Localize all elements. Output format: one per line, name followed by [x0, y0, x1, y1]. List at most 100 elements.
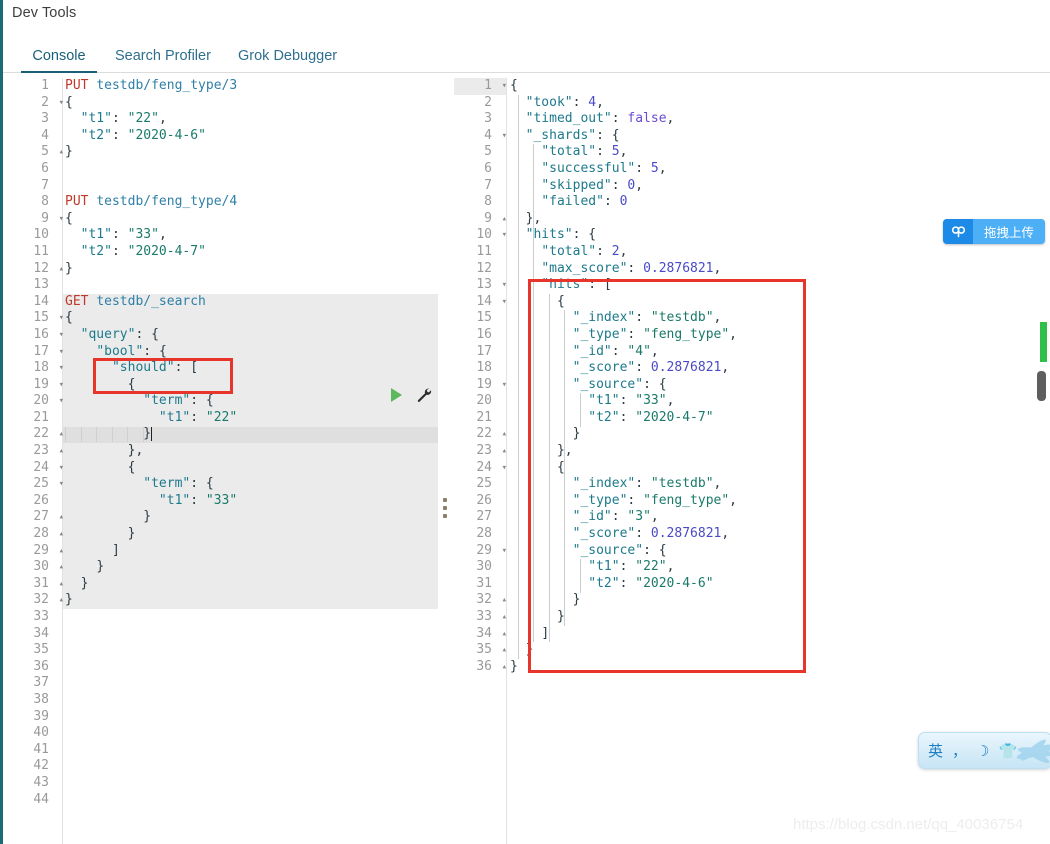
- fold-toggle-icon[interactable]: ▾: [54, 360, 64, 377]
- editor-code-area[interactable]: PUT testdb/feng_type/3 { "t1": "22", "t2"…: [65, 78, 237, 808]
- ime-language-button[interactable]: 英: [928, 740, 943, 761]
- ime-toolbar[interactable]: 英 ， ☽ 👕: [918, 732, 1050, 769]
- fold-toggle-icon[interactable]: ▾: [54, 344, 64, 361]
- fold-toggle-icon[interactable]: ▾: [497, 128, 507, 145]
- code-line: "t1": "22",: [80, 111, 167, 127]
- line-number: 5 ▴: [41, 144, 64, 160]
- fold-toggle-icon[interactable]: ▾: [497, 460, 507, 477]
- fold-toggle-icon[interactable]: ▴: [54, 576, 64, 593]
- fold-toggle-icon[interactable]: ▾: [54, 310, 64, 327]
- fold-toggle-icon[interactable]: ▴: [54, 526, 64, 543]
- fold-toggle-icon[interactable]: ▴: [497, 592, 507, 609]
- fold-toggle-icon[interactable]: ▴: [54, 261, 64, 278]
- code-line: "t2": "2020-4-7": [588, 409, 714, 425]
- line-number: 33 ▴: [476, 609, 507, 624]
- fold-toggle-icon[interactable]: ▴: [497, 626, 507, 643]
- fold-toggle-icon[interactable]: ▴: [54, 592, 64, 609]
- run-request-icon[interactable]: [391, 388, 402, 402]
- fold-toggle-icon[interactable]: ▴: [54, 543, 64, 560]
- fold-toggle-icon[interactable]: ▾: [497, 377, 507, 394]
- code-line: "_type": "feng_type",: [572, 492, 737, 508]
- code-line: }: [572, 426, 581, 442]
- code-line: "t1": "33",: [80, 227, 167, 243]
- fold-toggle-icon[interactable]: ▾: [497, 227, 507, 244]
- line-number: 21: [476, 409, 492, 425]
- window-scrollbar-thumb[interactable]: [1037, 371, 1046, 401]
- fold-toggle-icon[interactable]: ▴: [54, 144, 64, 161]
- fold-toggle-icon[interactable]: ▾: [54, 95, 64, 112]
- splitter-grip-icon[interactable]: [443, 498, 448, 522]
- indent-guide: [580, 393, 581, 427]
- code-line: "_score": 0.2876821,: [572, 360, 730, 376]
- line-number: 14 ▾: [476, 293, 507, 309]
- tab-search-profiler[interactable]: Search Profiler: [113, 38, 213, 73]
- fold-toggle-icon[interactable]: ▴: [497, 659, 507, 676]
- fold-toggle-icon[interactable]: ▴: [54, 509, 64, 526]
- line-number: 26: [33, 492, 49, 508]
- fold-toggle-icon[interactable]: ▴: [497, 211, 507, 228]
- fold-toggle-icon[interactable]: ▾: [54, 211, 64, 228]
- fold-toggle-icon[interactable]: ▴: [497, 443, 507, 460]
- fold-toggle-icon[interactable]: ▾: [54, 327, 64, 344]
- fold-toggle-icon[interactable]: ▾: [497, 78, 507, 95]
- line-number: 23 ▴: [33, 443, 64, 459]
- code-line: }: [525, 642, 534, 658]
- line-number: 29 ▾: [476, 542, 507, 558]
- fold-toggle-icon[interactable]: ▾: [54, 377, 64, 394]
- fold-toggle-icon[interactable]: ▴: [54, 559, 64, 576]
- ime-flower-decoration: [1016, 739, 1050, 764]
- window-scrollbar[interactable]: [1037, 78, 1048, 844]
- wrench-icon[interactable]: [415, 386, 434, 411]
- fold-toggle-icon[interactable]: ▾: [497, 277, 507, 294]
- pane-splitter[interactable]: [438, 78, 454, 844]
- line-number: 16 ▾: [33, 326, 64, 342]
- line-number: 25 ▾: [33, 476, 64, 492]
- code-line: "_shards": {: [525, 127, 620, 143]
- code-line: "should": [: [111, 360, 199, 376]
- fold-toggle-icon[interactable]: ▾: [54, 476, 64, 493]
- line-number: 10: [33, 227, 49, 243]
- editor-line-numbers: 1 2 ▾ 3 4 5 ▴ 6 7 8 9 ▾ 10 11 12 ▴ 13 14 15 ▾ 16 ▾ 17 ▾ 18 ▾ 19 ▾ 20…: [3, 78, 64, 808]
- code-line: "t1": "33": [158, 492, 238, 508]
- line-number: 19 ▾: [33, 376, 64, 392]
- fold-toggle-icon[interactable]: ▾: [497, 294, 507, 311]
- code-line: }: [65, 592, 73, 608]
- line-number: 32 ▴: [476, 592, 507, 608]
- code-line: ]: [111, 542, 120, 558]
- fold-toggle-icon[interactable]: ▴: [497, 426, 507, 443]
- fold-toggle-icon[interactable]: ▴: [497, 642, 507, 659]
- request-editor-pane[interactable]: 1 2 ▾ 3 4 5 ▴ 6 7 8 9 ▾ 10 11 12 ▴ 13 14 15 ▾ 16 ▾ 17 ▾ 18 ▾ 19 ▾ 20…: [3, 78, 438, 844]
- line-number: 16: [476, 326, 492, 342]
- fold-toggle-icon[interactable]: ▴: [54, 443, 64, 460]
- fold-toggle-icon[interactable]: ▴: [497, 609, 507, 626]
- ime-punctuation-button[interactable]: ，: [952, 740, 967, 761]
- code-line: {: [65, 210, 73, 226]
- fold-toggle-icon[interactable]: ▾: [497, 543, 507, 560]
- tab-grok-debugger[interactable]: Grok Debugger: [236, 38, 339, 73]
- line-number: 6: [41, 160, 49, 176]
- tab-console[interactable]: Console: [21, 38, 97, 73]
- line-number: 24 ▾: [476, 459, 507, 475]
- line-number: 27: [476, 509, 492, 525]
- fold-toggle-icon[interactable]: ▾: [54, 460, 64, 477]
- code-line: PUT testdb/feng_type/3: [65, 78, 238, 93]
- line-number: 3: [41, 111, 49, 127]
- drag-upload-widget[interactable]: 拖拽上传: [943, 219, 1045, 244]
- code-line: {: [510, 78, 518, 93]
- line-number: 30 ▴: [33, 559, 64, 575]
- line-number: 2: [484, 94, 492, 110]
- line-number: 35: [33, 642, 49, 658]
- ime-moon-icon[interactable]: ☽: [976, 742, 989, 760]
- request-actions: [391, 386, 437, 406]
- code-line: "t2": "2020-4-6": [588, 575, 714, 591]
- fold-toggle-icon[interactable]: ▴: [54, 426, 64, 443]
- code-line: "t2": "2020-4-6": [80, 127, 206, 143]
- code-line: {: [127, 459, 136, 475]
- fold-toggle-icon[interactable]: ▾: [54, 393, 64, 410]
- response-pane[interactable]: 1 ▾ 2 3 4 ▾ 5 6 7 8 9 ▴ 10 ▾ 11 12 13 ▾ 14 ▾ 15 16 17 18 19 ▾ 20 21…: [454, 78, 1034, 844]
